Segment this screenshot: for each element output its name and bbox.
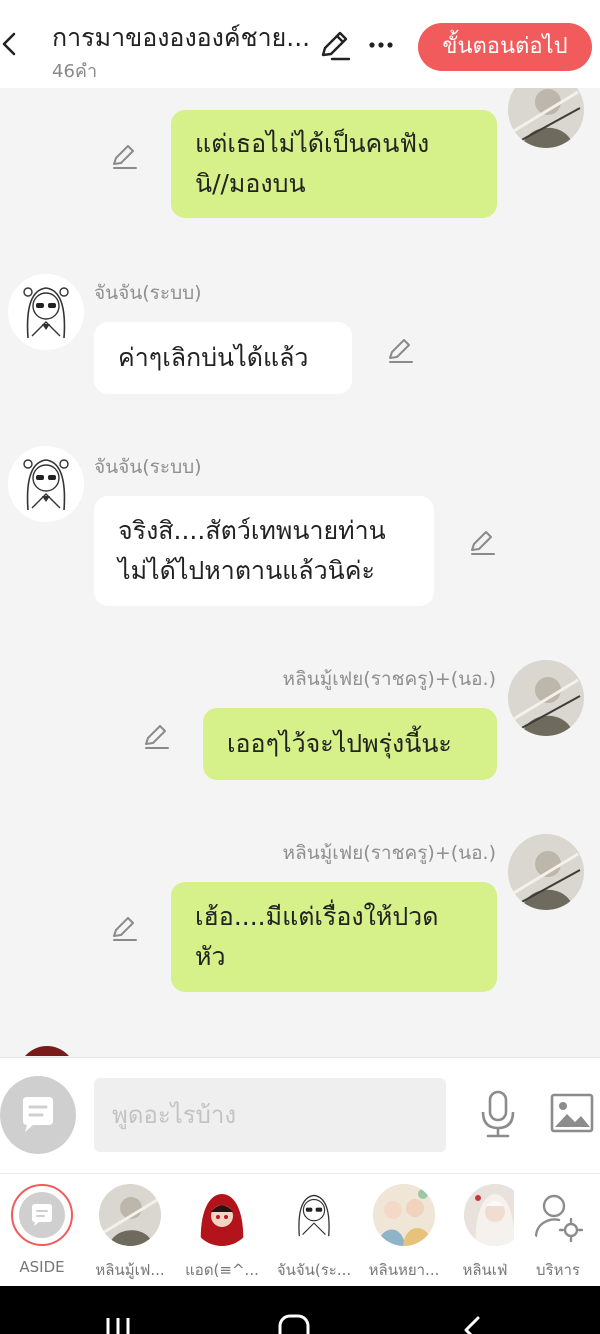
message-bubble[interactable]: ค่าๆเลิกบ่นได้แล้ว — [94, 322, 352, 394]
recent-apps-button[interactable] — [98, 1310, 138, 1334]
aside-avatar — [11, 1184, 73, 1246]
back-button[interactable] — [0, 22, 30, 66]
chevron-left-icon — [2, 32, 16, 56]
image-upload-button[interactable] — [550, 1092, 594, 1134]
pencil-icon — [145, 725, 169, 749]
character-avatar — [464, 1184, 514, 1246]
character-label: ASIDE — [19, 1258, 65, 1276]
character-label: บริหาร — [536, 1261, 580, 1279]
character-avatar — [283, 1184, 345, 1246]
avatar-white-hair-icon — [464, 1184, 514, 1246]
edit-message-button[interactable] — [142, 722, 170, 750]
character-janjan[interactable]: จันจัน(ระ... — [272, 1184, 356, 1284]
voice-input-button[interactable] — [478, 1090, 518, 1138]
character-label: จันจัน(ระ... — [276, 1261, 352, 1279]
edit-message-button[interactable] — [110, 142, 138, 170]
avatar-girl-sunglasses-icon — [8, 446, 84, 522]
word-count: 46คำ — [52, 61, 98, 82]
system-back-button[interactable] — [452, 1310, 492, 1334]
pencil-icon — [113, 917, 137, 941]
manage-avatar — [527, 1184, 589, 1246]
character-label: หลินเฟ่ — [462, 1261, 508, 1279]
avatar-portrait-icon — [508, 88, 584, 148]
character-linhya[interactable]: หลินหยา... — [362, 1184, 446, 1284]
top-bar: การมาของององค์ชาย... 46คำ ขั้นตอนต่อไป — [0, 0, 600, 88]
sender-name: หลินมู้เฟย(ราชครู)+(นอ.) — [282, 668, 496, 690]
microphone-icon — [481, 1090, 515, 1138]
avatar-partial[interactable] — [18, 1046, 76, 1056]
avatar-portrait-icon — [508, 660, 584, 736]
pencil-icon — [113, 145, 137, 169]
avatar-janjan[interactable] — [8, 274, 84, 350]
message-line: ค่าๆเลิกบ่นได้แล้ว — [118, 343, 309, 372]
edit-message-button[interactable] — [110, 914, 138, 942]
more-dots-icon — [369, 42, 393, 48]
message-line: เออๆไว้จะไปพรุ่งนี้นะ — [227, 729, 452, 758]
character-avatar — [99, 1184, 161, 1246]
message-bubble[interactable]: แต่เธอไม่ได้เป็นคนฟัง นิ//มองบน — [171, 110, 497, 218]
message-line: หัว — [195, 942, 226, 971]
avatar-group-illustration-icon — [373, 1184, 435, 1246]
message-input[interactable] — [94, 1078, 446, 1152]
character-admin[interactable]: แอด(≡^... — [180, 1184, 264, 1284]
message-textbox — [94, 1078, 446, 1152]
message-line: เฮ้อ....มีแต่เรื่องให้ปวด — [195, 902, 439, 931]
avatar-girl-sunglasses-icon — [283, 1184, 345, 1246]
manage-icon — [534, 1194, 584, 1243]
sender-name: จันจัน(ระบบ) — [94, 282, 202, 304]
character-label: แอด(≡^... — [185, 1261, 259, 1279]
image-icon — [550, 1093, 594, 1133]
avatar-linmufei[interactable] — [508, 660, 584, 736]
home-icon — [278, 1314, 310, 1334]
message-line: แต่เธอไม่ได้เป็นคนฟัง — [195, 129, 430, 158]
avatar-red-hood-icon — [191, 1184, 253, 1246]
sender-name: จันจัน(ระบบ) — [94, 456, 202, 478]
home-button[interactable] — [274, 1310, 314, 1334]
back-arrow-icon — [464, 1316, 480, 1334]
edit-message-button[interactable] — [386, 336, 414, 364]
pencil-icon — [471, 531, 495, 555]
recent-apps-icon — [106, 1318, 130, 1334]
avatar-portrait-icon — [508, 834, 584, 910]
avatar-janjan[interactable] — [8, 446, 84, 522]
more-options-button[interactable] — [366, 30, 396, 60]
message-line: ไม่ได้ไปหาตานแล้วนิค่ะ — [118, 556, 375, 585]
avatar-linmufei[interactable] — [508, 834, 584, 910]
system-navigation-bar — [0, 1286, 600, 1334]
character-label: หลินมู้เฟ... — [95, 1261, 165, 1279]
message-bubble[interactable]: เออๆไว้จะไปพรุ่งนี้นะ — [203, 708, 497, 780]
story-title[interactable]: การมาของององค์ชาย... — [52, 18, 310, 58]
message-bubble[interactable]: จริงสิ....สัตว์เทพนายท่าน ไม่ได้ไปหาตานแ… — [94, 496, 434, 606]
character-label: หลินหยา... — [368, 1261, 440, 1279]
speech-bubble-icon — [23, 1097, 53, 1132]
aside-icon — [32, 1204, 52, 1226]
manage-characters-button[interactable]: บริหาร — [516, 1184, 600, 1284]
edit-message-button[interactable] — [468, 528, 496, 556]
character-selector: ASIDE หลินมู้เฟ... แอด(≡^... จันจัน(ระ..… — [0, 1173, 600, 1286]
message-bubble[interactable]: เฮ้อ....มีแต่เรื่องให้ปวด หัว — [171, 882, 497, 992]
character-avatar — [191, 1184, 253, 1246]
message-line: จริงสิ....สัตว์เทพนายท่าน — [118, 516, 386, 545]
character-linfei[interactable]: หลินเฟ่ — [456, 1184, 514, 1284]
sender-name: หลินมู้เฟย(ราชครู)+(นอ.) — [282, 842, 496, 864]
aside-toggle-button[interactable] — [0, 1076, 76, 1154]
edit-title-button[interactable] — [318, 28, 352, 62]
avatar-portrait-icon — [99, 1184, 161, 1246]
pencil-icon — [321, 31, 351, 61]
chat-area[interactable]: แต่เธอไม่ได้เป็นคนฟัง นิ//มองบน จันจัน(ร… — [0, 88, 600, 1056]
message-input-bar — [0, 1057, 600, 1173]
character-aside[interactable]: ASIDE — [0, 1184, 84, 1284]
pencil-icon — [389, 339, 413, 363]
character-linmufei[interactable]: หลินมู้เฟ... — [88, 1184, 172, 1284]
next-step-button[interactable]: ขั้นตอนต่อไป — [418, 23, 592, 71]
avatar-girl-sunglasses-icon — [8, 274, 84, 350]
character-avatar — [373, 1184, 435, 1246]
message-line: นิ//มองบน — [195, 169, 306, 198]
avatar-linmufei[interactable] — [508, 88, 584, 148]
